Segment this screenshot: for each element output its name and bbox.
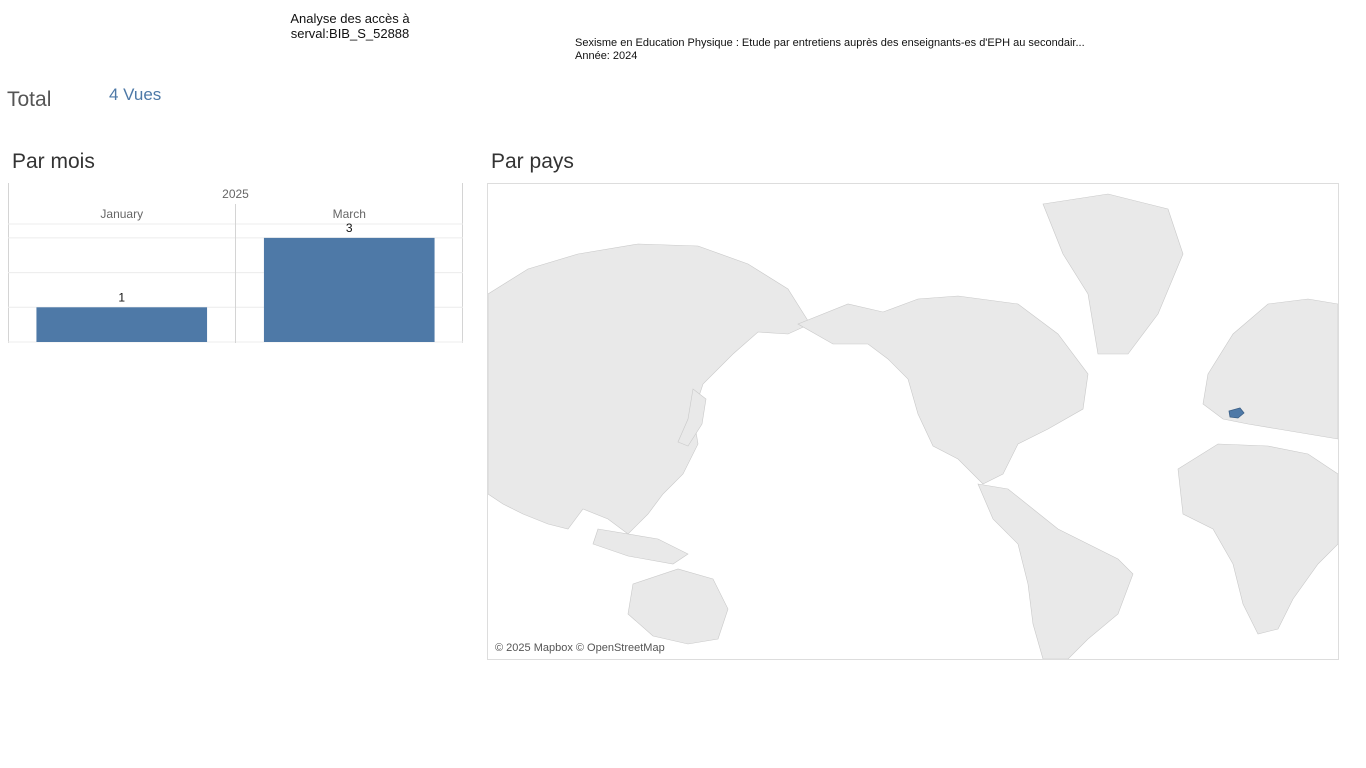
- year-header-label: 2025: [222, 187, 249, 201]
- document-year: Année: 2024: [575, 50, 638, 62]
- europe-landmass: [1202, 298, 1338, 440]
- report-title-line2: serval:BIB_S_52888: [290, 26, 410, 41]
- country-map[interactable]: [487, 183, 1339, 660]
- report-title: Analyse des accès à serval:BIB_S_52888: [270, 11, 430, 41]
- document-info: Sexisme en Education Physique : Etude pa…: [575, 37, 1085, 63]
- bar-january: [36, 307, 208, 342]
- map-attribution[interactable]: © 2025 Mapbox © OpenStreetMap: [495, 642, 665, 654]
- asia-landmass: [488, 243, 811, 535]
- south-america-landmass: [977, 483, 1134, 659]
- world-map-svg: [488, 193, 1338, 659]
- month-tick-label: March: [333, 207, 366, 221]
- bar-chart-svg: 2025 January 1 March3: [8, 183, 463, 343]
- north-america-landmass: [797, 295, 1089, 485]
- monthly-bar-chart: 2025 January 1 March 3: [8, 183, 463, 343]
- total-views-value: 4 Vues: [109, 85, 162, 104]
- month-section-title: Par mois: [12, 150, 95, 173]
- country-section-title: Par pays: [491, 150, 574, 173]
- bar-data-label: 1: [118, 290, 125, 304]
- report-title-line1: Analyse des accès à: [290, 11, 410, 26]
- africa-landmass: [1177, 443, 1338, 635]
- month-tick-label: January: [100, 207, 143, 221]
- bar-data-label: 3: [346, 221, 353, 235]
- document-title: Sexisme en Education Physique : Etude pa…: [575, 37, 1085, 49]
- indonesia-landmass: [592, 528, 689, 565]
- australia-landmass: [627, 568, 729, 645]
- total-label: Total: [7, 88, 52, 111]
- greenland-landmass: [1042, 193, 1184, 355]
- bar-march: [263, 237, 435, 342]
